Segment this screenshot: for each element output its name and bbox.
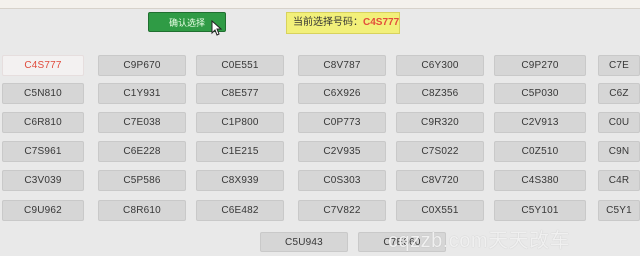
- code-option-button[interactable]: C0P773: [298, 112, 386, 133]
- top-bar: [0, 0, 640, 9]
- code-option-button[interactable]: C1Y931: [98, 83, 186, 104]
- code-option-button[interactable]: C4S777: [2, 55, 84, 76]
- code-option-button[interactable]: C5U943: [260, 232, 348, 252]
- code-option-button[interactable]: C6Y300: [396, 55, 484, 76]
- current-selection-code: C4S777: [363, 17, 400, 28]
- code-option-button[interactable]: C1P800: [196, 112, 284, 133]
- code-option-button[interactable]: C2V935: [298, 141, 386, 162]
- code-option-button[interactable]: C0X551: [396, 200, 484, 221]
- code-option-button[interactable]: C0E551: [196, 55, 284, 76]
- code-option-button[interactable]: C9P670: [98, 55, 186, 76]
- code-option-button[interactable]: C5P586: [98, 170, 186, 191]
- code-option-button[interactable]: C6Z: [598, 83, 640, 104]
- code-option-button[interactable]: C6X926: [298, 83, 386, 104]
- code-option-button[interactable]: C0U: [598, 112, 640, 133]
- code-option-button[interactable]: C5P030: [494, 83, 586, 104]
- code-option-button[interactable]: C3V039: [2, 170, 84, 191]
- code-option-button[interactable]: C6E228: [98, 141, 186, 162]
- mouse-cursor-icon: [211, 20, 223, 36]
- code-option-button[interactable]: C9N: [598, 141, 640, 162]
- watermark-text: cqzzb.com天天改车: [388, 230, 571, 252]
- code-option-button[interactable]: C8X939: [196, 170, 284, 191]
- code-option-button[interactable]: C8R610: [98, 200, 186, 221]
- code-option-button[interactable]: C9P270: [494, 55, 586, 76]
- code-option-button[interactable]: C4S380: [494, 170, 586, 191]
- code-option-button[interactable]: C7S961: [2, 141, 84, 162]
- code-option-button[interactable]: C8Z356: [396, 83, 484, 104]
- current-selection-label: 当前选择号码：: [293, 17, 363, 28]
- code-option-button[interactable]: C1E215: [196, 141, 284, 162]
- code-option-button[interactable]: C8V720: [396, 170, 484, 191]
- code-option-button[interactable]: C7V822: [298, 200, 386, 221]
- code-option-button[interactable]: C5N810: [2, 83, 84, 104]
- code-option-button[interactable]: C6R810: [2, 112, 84, 133]
- code-option-button[interactable]: C0Z510: [494, 141, 586, 162]
- code-option-button[interactable]: C9R320: [396, 112, 484, 133]
- code-option-button[interactable]: C8E577: [196, 83, 284, 104]
- current-selection-panel: 当前选择号码：C4S777: [286, 12, 400, 34]
- code-option-button[interactable]: C4R: [598, 170, 640, 191]
- code-option-button[interactable]: C5Y1: [598, 200, 640, 221]
- code-option-button[interactable]: C8V787: [298, 55, 386, 76]
- code-option-button[interactable]: C7S022: [396, 141, 484, 162]
- code-option-button[interactable]: C2V913: [494, 112, 586, 133]
- code-option-button[interactable]: C0S303: [298, 170, 386, 191]
- code-option-button[interactable]: C7E: [598, 55, 640, 76]
- code-option-button[interactable]: C7E038: [98, 112, 186, 133]
- code-option-button[interactable]: C9U962: [2, 200, 84, 221]
- code-option-button[interactable]: C5Y101: [494, 200, 586, 221]
- code-option-button[interactable]: C6E482: [196, 200, 284, 221]
